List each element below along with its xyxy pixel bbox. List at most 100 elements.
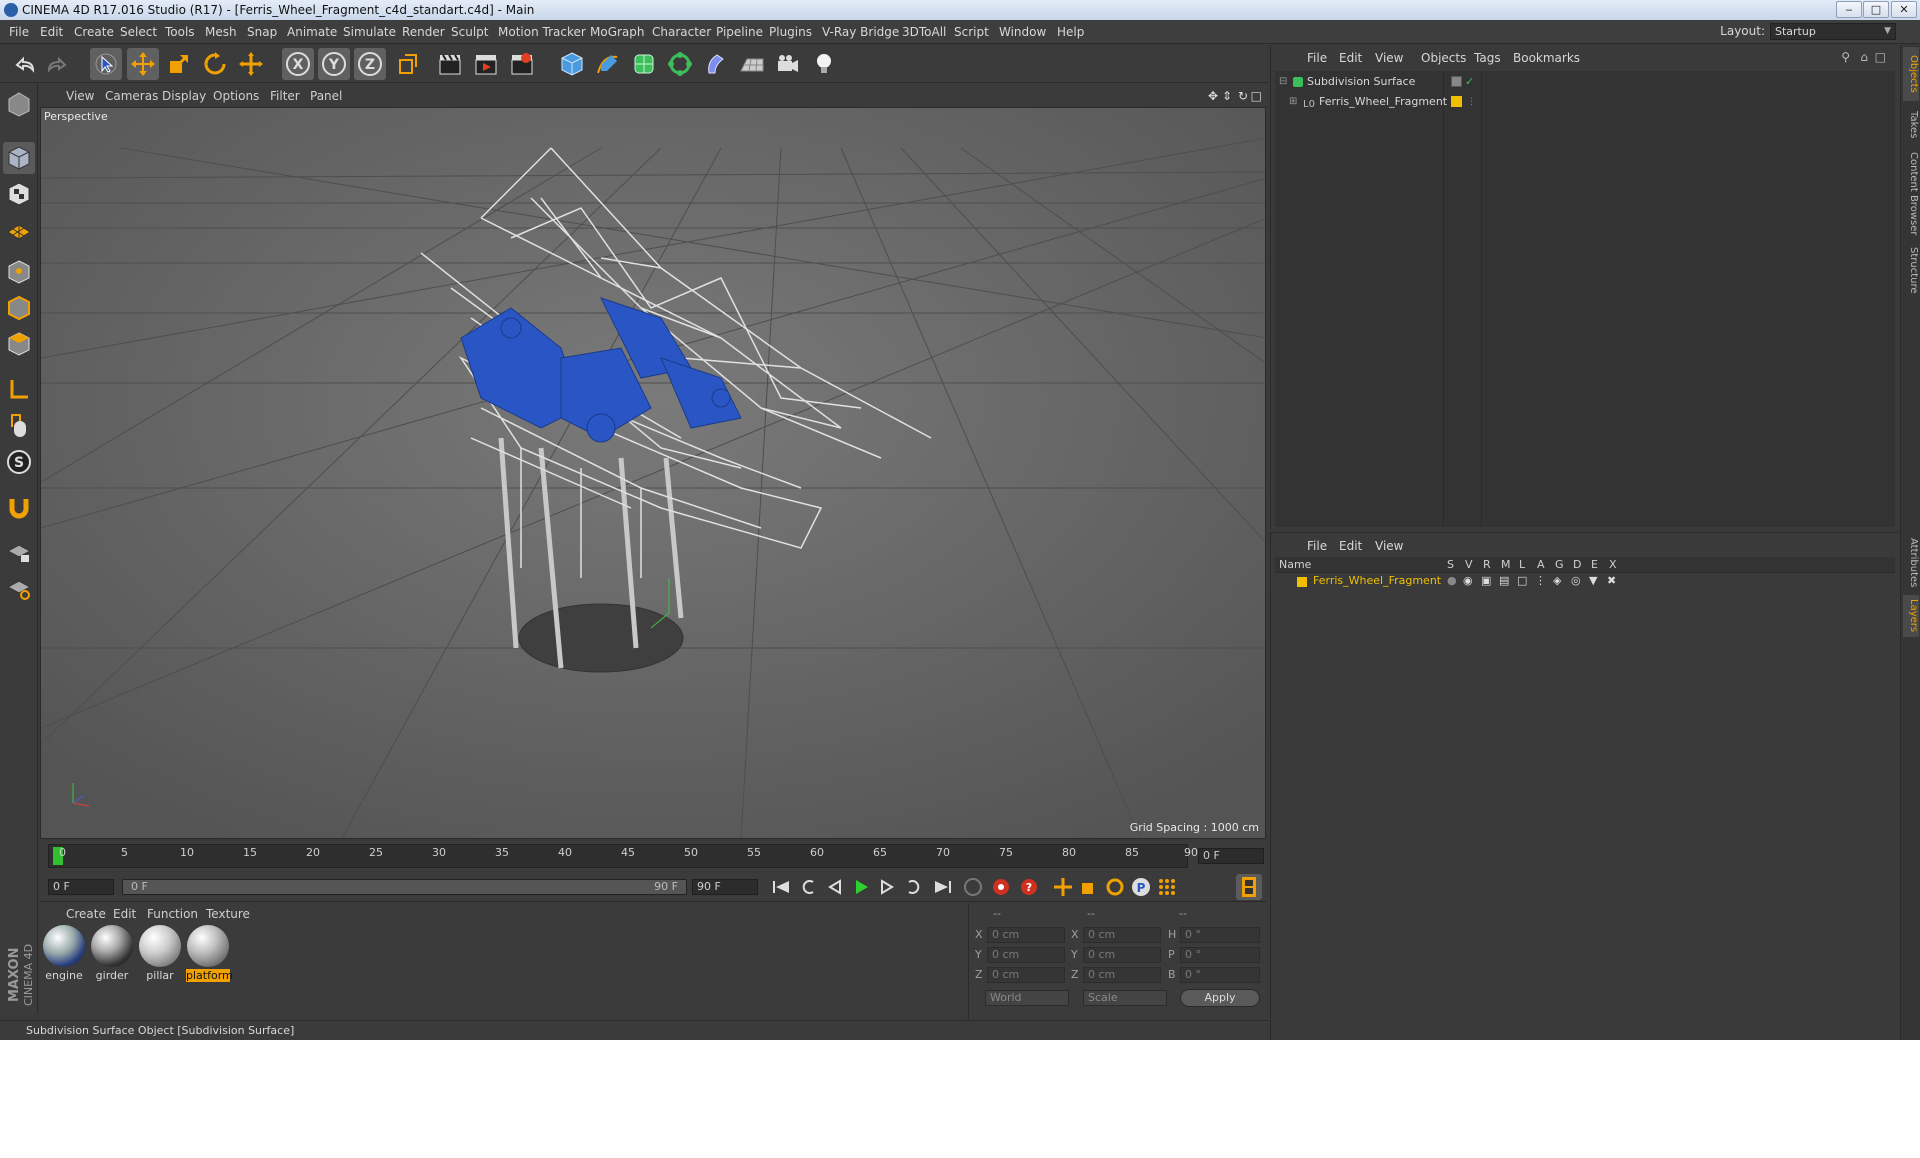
menu-help[interactable]: Help [1057,20,1084,44]
material-menu-edit[interactable]: Edit [113,907,136,921]
make-editable-button[interactable] [3,88,35,120]
layer-menu-view[interactable]: View [1375,539,1403,553]
locked-workplane-button[interactable] [3,536,35,568]
animation-icon[interactable]: ⋮ [1535,574,1546,587]
record-keys-button[interactable] [960,874,986,900]
floor-object-button[interactable] [736,48,768,80]
menu-plugins[interactable]: Plugins [769,20,812,44]
object-menu-bookmarks[interactable]: Bookmarks [1513,51,1580,65]
x-axis-lock-button[interactable]: X [282,48,314,80]
maximize-button[interactable]: □ [1863,1,1889,18]
tab-objects[interactable]: Objects [1903,47,1919,101]
live-selection-tool[interactable] [90,48,122,80]
menu-snap[interactable]: Snap [247,20,277,44]
object-menu-tags[interactable]: Tags [1474,51,1501,65]
rotate-tool[interactable] [199,48,231,80]
object-row-subdivision-surface[interactable]: ⊟ Subdivision Surface ✓ [1275,73,1875,91]
tab-takes[interactable]: Takes [1903,105,1919,145]
viewport-menu-panel[interactable]: Panel [310,89,342,103]
expand-icon[interactable]: ⊞ [1289,93,1297,111]
next-key-button[interactable] [900,874,926,900]
menu-mesh[interactable]: Mesh [205,20,237,44]
previous-key-button[interactable] [796,874,822,900]
3d-viewport[interactable]: Perspective Grid Spacing : 1000 cm [40,107,1266,839]
timeline-window-button[interactable] [1236,874,1262,900]
enabled-check-icon[interactable]: ✓ [1465,73,1474,91]
workplane-mode-button[interactable] [3,214,35,246]
menu-create[interactable]: Create [74,20,114,44]
menu-sculpt[interactable]: Sculpt [451,20,488,44]
move-tool[interactable] [127,48,159,80]
solo-toggle-icon[interactable]: ● [1447,574,1457,587]
scale-tool[interactable] [163,48,195,80]
layer-name[interactable]: Ferris_Wheel_Fragment [1313,574,1441,587]
menu-script[interactable]: Script [954,20,989,44]
menu-character[interactable]: Character [652,20,711,44]
visibility-dots-icon[interactable]: ⋮ [1467,93,1476,111]
layout-dropdown[interactable]: Startup ▼ [1770,23,1896,40]
start-frame-field[interactable]: 0 F [48,879,114,895]
magnet-button[interactable] [3,492,35,524]
texture-mode-button[interactable] [3,178,35,210]
key-parameter-button[interactable]: P [1128,874,1154,900]
layer-tag-icon[interactable] [1451,76,1462,87]
generator-icon[interactable]: ◈ [1553,574,1561,587]
deformer-icon[interactable]: ◎ [1571,574,1581,587]
position-y-field[interactable]: 0 cm [987,947,1065,963]
render-picture-viewer-button[interactable] [470,48,502,80]
material-menu-create[interactable]: Create [66,907,106,921]
transform-tool[interactable] [235,48,267,80]
viewport-menu-options[interactable]: Options [213,89,259,103]
menu-tools[interactable]: Tools [165,20,195,44]
view-eye-icon[interactable]: ◉ [1463,574,1473,587]
tweak-mode-button[interactable] [3,410,35,442]
size-x-field[interactable]: 0 cm [1083,927,1161,943]
viewport-rotate-icon[interactable]: ↻ [1238,89,1248,103]
rotation-b-field[interactable]: 0 ° [1180,967,1260,983]
key-pla-button[interactable] [1154,874,1180,900]
undo-button[interactable] [8,48,40,80]
redo-button[interactable] [42,48,74,80]
coordinate-mode-dropdown[interactable]: World [985,990,1069,1006]
object-menu-objects[interactable]: Objects [1421,51,1466,65]
collapse-icon[interactable]: ⊟ [1279,73,1287,91]
manager-icon[interactable]: ▤ [1499,574,1509,587]
keyframe-selection-button[interactable]: ? [1016,874,1042,900]
light-button[interactable] [808,48,840,80]
size-mode-dropdown[interactable]: Scale [1083,990,1167,1006]
autokey-button[interactable] [988,874,1014,900]
planar-workplane-button[interactable] [3,572,35,604]
material-swatch-pillar[interactable]: pillar [138,925,182,983]
menu-motion-tracker[interactable]: Motion Tracker [498,20,586,44]
edges-mode-button[interactable] [3,292,35,324]
position-z-field[interactable]: 0 cm [987,967,1065,983]
play-button[interactable] [848,874,874,900]
minimize-button[interactable]: ‒ [1836,1,1862,18]
search-icon[interactable]: ⚲ [1841,50,1850,64]
new-window-icon[interactable]: □ [1875,50,1886,64]
object-menu-view[interactable]: View [1375,51,1403,65]
deformer-button[interactable] [700,48,732,80]
previous-frame-button[interactable] [822,874,848,900]
menu-simulate[interactable]: Simulate [343,20,396,44]
menu-pipeline[interactable]: Pipeline [716,20,763,44]
object-menu-edit[interactable]: Edit [1339,51,1362,65]
coordinate-system-button[interactable] [392,48,424,80]
object-row-ferris-wheel-fragment[interactable]: ⊞ L0 Ferris_Wheel_Fragment ⋮ [1275,93,1875,111]
tab-layers[interactable]: Layers [1903,595,1919,637]
layer-menu-edit[interactable]: Edit [1339,539,1362,553]
timeline-ruler[interactable]: 0 5 10 15 20 25 30 35 40 45 50 55 60 65 … [40,841,1266,871]
material-menu-function[interactable]: Function [147,907,198,921]
y-axis-lock-button[interactable]: Y [318,48,350,80]
home-icon[interactable]: ⌂ [1860,50,1868,64]
frame-range-slider[interactable]: 0 F 90 F [122,879,687,895]
rotation-h-field[interactable]: 0 ° [1180,927,1260,943]
key-scale-button[interactable] [1076,874,1102,900]
viewport-menu-view[interactable]: View [66,89,94,103]
timeline-track[interactable]: 0 5 10 15 20 25 30 35 40 45 50 55 60 65 … [48,844,1198,868]
menu-render[interactable]: Render [402,20,445,44]
menu-window[interactable]: Window [999,20,1046,44]
menu-vray-bridge[interactable]: V-Ray Bridge [822,20,899,44]
menu-3dtoall[interactable]: 3DToAll [902,20,946,44]
render-clapper-icon[interactable]: ▣ [1481,574,1491,587]
